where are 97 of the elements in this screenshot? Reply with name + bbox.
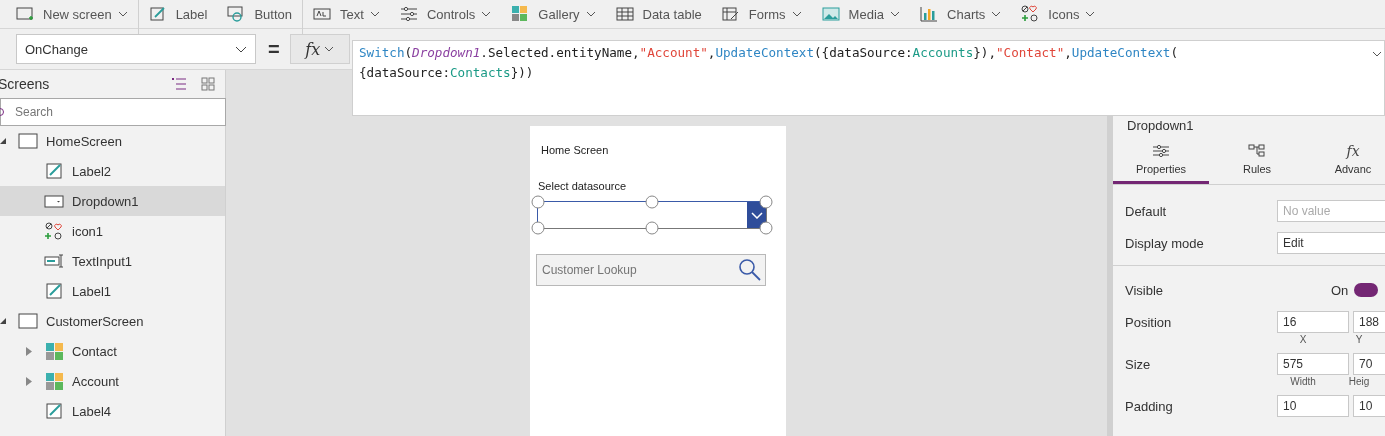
table-icon (615, 5, 634, 23)
number-field[interactable]: 188 (1353, 311, 1385, 333)
search-field[interactable]: Search (0, 98, 226, 126)
property-label: Padding (1125, 398, 1174, 414)
grid-view-icon[interactable] (201, 77, 215, 91)
collapse-icon[interactable] (0, 138, 6, 144)
property-label: Display mode (1125, 235, 1205, 251)
toolbar-button[interactable]: Charts (910, 0, 1012, 28)
caret-icon (481, 11, 492, 17)
screen-icon (18, 132, 40, 150)
resize-handle[interactable] (645, 195, 659, 209)
dropdown-icon (44, 192, 66, 210)
property-label: Position (1125, 314, 1173, 330)
button-icon (227, 5, 246, 23)
caret-icon (117, 11, 128, 17)
tree-item[interactable]: Contact (0, 336, 225, 366)
form-icon (721, 5, 740, 23)
field-caption: Width (1289, 376, 1317, 389)
caret-icon (324, 46, 335, 52)
toolbar-button[interactable]: Icons (1011, 0, 1106, 28)
panel-tab[interactable]: fx Advanc (1305, 135, 1385, 184)
toolbar-button[interactable]: Data table (605, 0, 712, 28)
gallery-icon (44, 342, 66, 360)
sliders-icon (1152, 143, 1170, 159)
property-dropdown[interactable]: OnChange (16, 34, 256, 64)
field-label: Select datasource (538, 180, 627, 192)
number-field[interactable]: 575 (1277, 353, 1349, 375)
resize-handle[interactable] (531, 221, 545, 235)
property-label: Size (1125, 356, 1152, 372)
tree-item[interactable]: Label1 (0, 276, 225, 306)
formula-text: Switch(Dropdown1.Selected.entityName,"Account",UpdateContext({dataSource:Accounts}),"Contact",UpdateContext( {dataSource:Contacts})) (358, 44, 1179, 82)
screen-title: Home Screen (541, 144, 609, 156)
toolbar-button[interactable]: Media (811, 0, 911, 28)
function-button[interactable]: fx (289, 34, 350, 64)
tree-item[interactable]: HomeScreen (0, 126, 225, 156)
text-box-icon (313, 5, 332, 23)
caret-icon (991, 11, 1002, 17)
caret-icon (791, 11, 802, 17)
textinput-icon (44, 252, 66, 270)
number-field[interactable]: 16 (1277, 311, 1349, 333)
caret-icon (1085, 11, 1096, 17)
resize-handle[interactable] (759, 195, 773, 209)
tree-item[interactable]: TextInput1 (0, 246, 225, 276)
resize-handle[interactable] (645, 221, 659, 235)
toolbar-button[interactable]: Label (138, 0, 218, 28)
chevron-icon[interactable] (1372, 51, 1382, 57)
field-caption: Y (1354, 334, 1364, 347)
rules-icon (1248, 143, 1266, 159)
panel-tab[interactable]: Properties (1113, 135, 1209, 184)
tree-item[interactable]: Label2 (0, 156, 225, 186)
list-view-icon[interactable] (171, 77, 187, 91)
chevron-icon (235, 45, 247, 53)
formula-editor[interactable]: Switch(Dropdown1.Selected.entityName,"Account",UpdateContext({dataSource:Accounts}),"Contact",UpdateContext( {dataSource:Contacts})) (352, 40, 1385, 116)
caret-icon (585, 11, 596, 17)
expand-icon[interactable] (26, 346, 32, 356)
display-mode-dropdown[interactable]: Edit (1277, 232, 1385, 254)
default-field[interactable]: No value (1277, 200, 1385, 222)
tree-item[interactable]: CustomerScreen (0, 306, 225, 336)
caret-icon (890, 11, 901, 17)
gallery-icon (44, 372, 66, 390)
sliders-icon (399, 5, 418, 23)
collapse-icon[interactable] (0, 318, 6, 324)
toggle-state: On (1331, 282, 1349, 298)
control-name: Dropdown1 (1126, 118, 1195, 133)
field-caption: Heig (1347, 376, 1371, 389)
search-icon (738, 258, 762, 282)
equals-sign: = (268, 37, 280, 61)
toggle-switch[interactable] (1354, 283, 1379, 297)
panel-tab[interactable]: Rules (1209, 135, 1305, 184)
expand-icon[interactable] (26, 376, 32, 386)
dropdown[interactable] (531, 195, 773, 235)
bar-chart-icon (920, 5, 939, 23)
tree-item[interactable]: icon1 (0, 216, 225, 246)
tiles-icon (511, 5, 530, 23)
chevron-icon (750, 211, 763, 219)
shapes-icon (1021, 5, 1040, 23)
property-label: Visible (1125, 282, 1165, 298)
pencil-icon (148, 5, 167, 23)
tree-item[interactable]: Account (0, 366, 225, 396)
tree-item[interactable]: Dropdown1 (0, 186, 225, 216)
resize-handle[interactable] (531, 195, 545, 209)
field-caption: X (1298, 334, 1308, 347)
toolbar-button[interactable]: Controls (389, 0, 502, 28)
search-field[interactable]: Customer Lookup (536, 254, 766, 286)
toolbar-button[interactable]: Forms (711, 0, 812, 28)
toolbar-button[interactable]: Text (303, 0, 390, 28)
image-icon (821, 5, 840, 23)
toolbar-button[interactable]: Gallery (501, 0, 606, 28)
caret-icon (369, 11, 380, 17)
screen-plus-icon (16, 5, 34, 23)
screen-icon (18, 312, 40, 330)
number-field[interactable]: 10 (1277, 395, 1349, 417)
number-field[interactable]: 10 (1353, 395, 1385, 417)
tree-item[interactable]: Label4 (0, 396, 225, 426)
property-label: Default (1125, 203, 1168, 219)
number-field[interactable]: 70 (1353, 353, 1385, 375)
fx-icon: fx (1346, 143, 1360, 159)
